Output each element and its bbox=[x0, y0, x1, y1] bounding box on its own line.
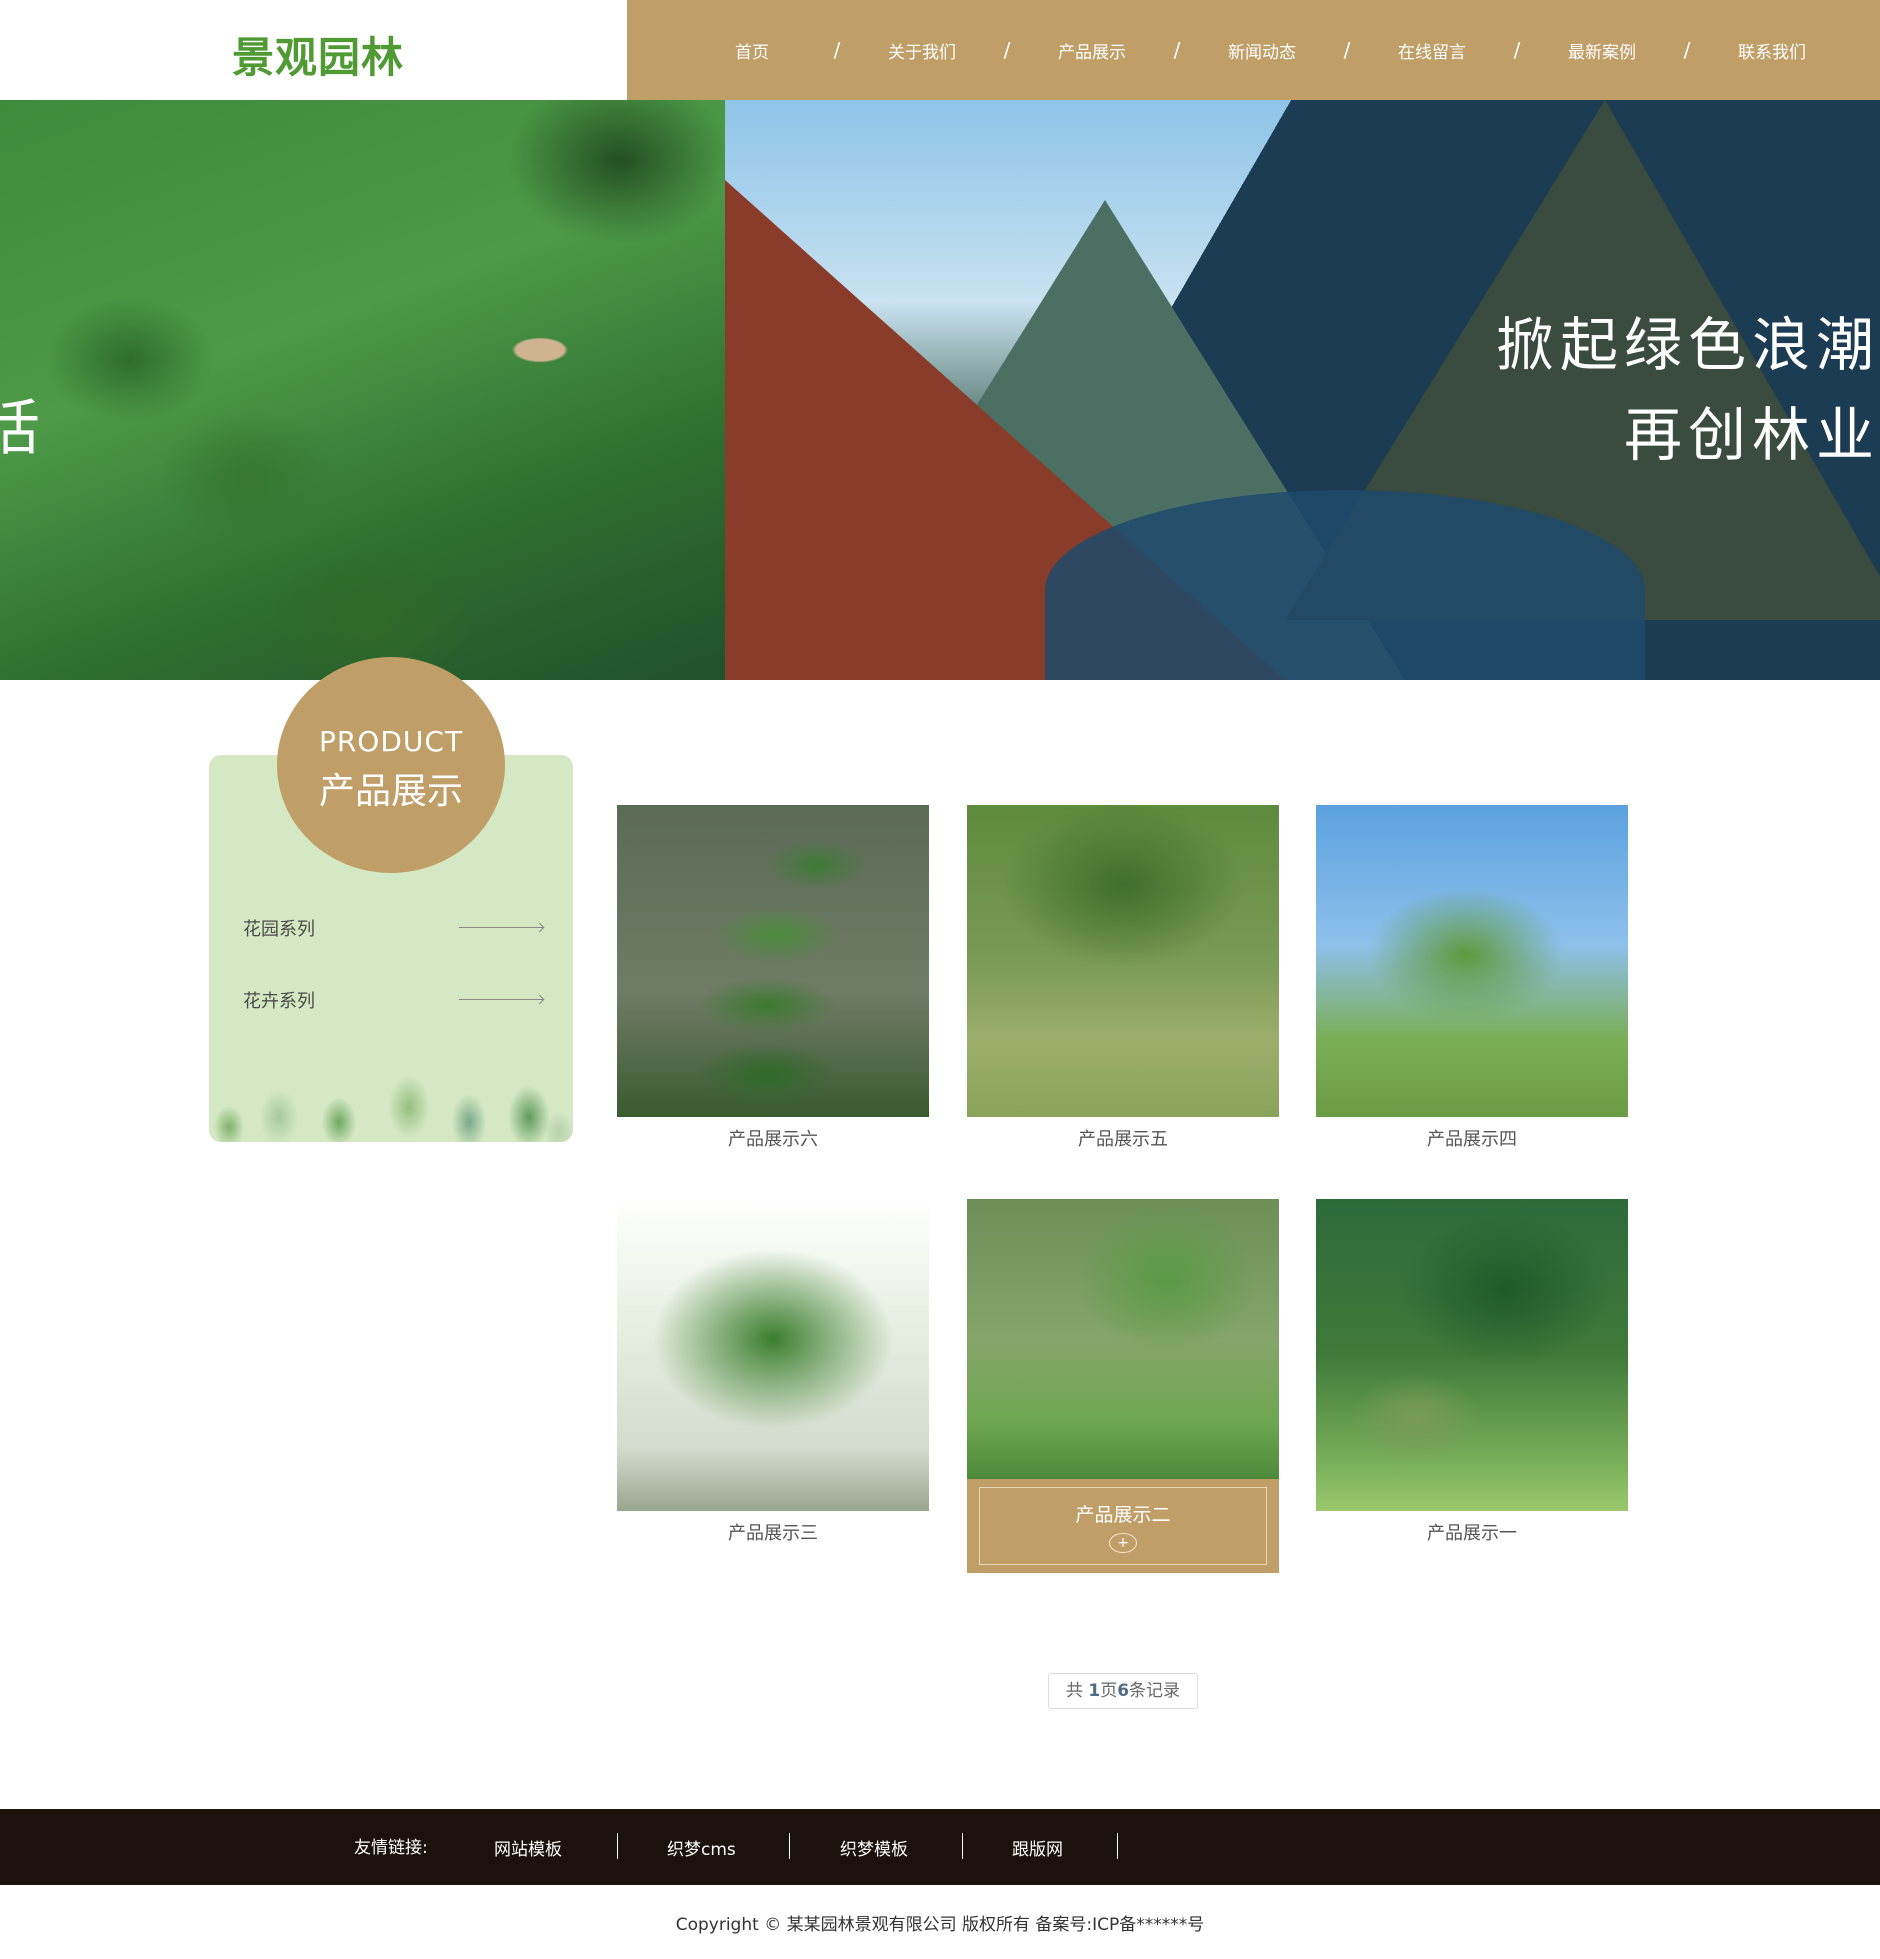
nav-news[interactable]: 新闻动态 bbox=[1187, 38, 1337, 63]
pagination-summary: 共 1页6条记录 bbox=[1048, 1673, 1198, 1709]
product-image[interactable] bbox=[967, 1199, 1279, 1479]
nav-products[interactable]: 产品展示 bbox=[1017, 38, 1167, 63]
nav-separator: / bbox=[833, 38, 841, 62]
nav-separator: / bbox=[1003, 38, 1011, 62]
sidebar-item-garden[interactable]: 花园系列 bbox=[243, 915, 543, 941]
link-divider bbox=[1117, 1833, 1118, 1859]
nav-about[interactable]: 关于我们 bbox=[847, 38, 997, 63]
product-card[interactable]: 产品展示六 bbox=[617, 805, 929, 1151]
product-image[interactable] bbox=[1316, 805, 1628, 1117]
product-title[interactable]: 产品展示四 bbox=[1316, 1125, 1628, 1151]
record-count: 6 bbox=[1117, 1681, 1130, 1701]
arrow-right-icon bbox=[459, 999, 543, 1000]
friend-links-label: 友情链接: bbox=[354, 1838, 428, 1858]
nav-cases[interactable]: 最新案例 bbox=[1527, 38, 1677, 63]
product-card[interactable]: 产品展示三 bbox=[617, 1199, 929, 1545]
section-title-cn: 产品展示 bbox=[318, 771, 463, 812]
plus-icon[interactable]: + bbox=[1109, 1533, 1137, 1553]
nav-home[interactable]: 首页 bbox=[677, 38, 827, 63]
sidebar-item-flowers[interactable]: 花卉系列 bbox=[243, 987, 543, 1013]
nav-separator: / bbox=[1683, 38, 1691, 62]
banner-text-fragment: 活 bbox=[0, 394, 40, 464]
product-title[interactable]: 产品展示三 bbox=[617, 1519, 929, 1545]
nav-separator: / bbox=[1343, 38, 1351, 62]
page-count: 1 bbox=[1088, 1681, 1101, 1701]
product-card[interactable]: 产品展示四 bbox=[1316, 805, 1628, 1151]
friend-link-4[interactable]: 跟版网 bbox=[1012, 1835, 1063, 1860]
friend-links-bar: 友情链接: 网站模板 织梦cms 织梦模板 跟版网 bbox=[0, 1809, 1880, 1885]
product-image[interactable] bbox=[617, 805, 929, 1117]
nav-separator: / bbox=[1173, 38, 1181, 62]
nav-separator: / bbox=[1513, 38, 1521, 62]
product-image[interactable] bbox=[967, 805, 1279, 1117]
site-header: 景观园林 首页 / 关于我们 / 产品展示 / 新闻动态 / 在线留言 / 最新… bbox=[0, 0, 1880, 100]
nav-contact[interactable]: 联系我们 bbox=[1697, 38, 1847, 63]
product-title[interactable]: 产品展示六 bbox=[617, 1125, 929, 1151]
product-card[interactable]: 产品展示五 bbox=[967, 805, 1279, 1151]
sidebar-item-label: 花卉系列 bbox=[243, 991, 315, 1012]
banner-image-river-gorge: 掀起绿色浪潮 再创林业 bbox=[725, 100, 1880, 680]
site-logo[interactable]: 景观园林 bbox=[232, 24, 404, 85]
copyright-text: Copyright © 某某园林景观有限公司 版权所有 备案号:ICP备****… bbox=[675, 1915, 1205, 1935]
section-title-badge: PRODUCT 产品展示 bbox=[277, 657, 505, 873]
product-image[interactable] bbox=[1316, 1199, 1628, 1511]
product-title[interactable]: 产品展示一 bbox=[1316, 1519, 1628, 1545]
banner-slogan-line1: 掀起绿色浪潮 bbox=[1495, 311, 1880, 379]
friend-link-2[interactable]: 织梦cms bbox=[667, 1835, 736, 1860]
product-card[interactable]: 产品展示一 bbox=[1316, 1199, 1628, 1545]
sidebar-item-label: 花园系列 bbox=[243, 919, 315, 940]
main-nav: 首页 / 关于我们 / 产品展示 / 新闻动态 / 在线留言 / 最新案例 / … bbox=[627, 0, 1880, 100]
friend-link-3[interactable]: 织梦模板 bbox=[840, 1835, 908, 1860]
product-card-hovered[interactable]: 产品展示二 + bbox=[967, 1199, 1279, 1573]
arrow-right-icon bbox=[459, 927, 543, 928]
section-title-en: PRODUCT bbox=[318, 725, 464, 758]
nav-guestbook[interactable]: 在线留言 bbox=[1357, 38, 1507, 63]
leaves-decoration bbox=[209, 1047, 573, 1142]
link-divider bbox=[617, 1833, 618, 1859]
product-title[interactable]: 产品展示二 bbox=[980, 1500, 1266, 1527]
banner-slogan: 掀起绿色浪潮 再创林业 bbox=[1496, 300, 1880, 480]
banner-slogan-line2: 再创林业 bbox=[1623, 401, 1880, 469]
link-divider bbox=[789, 1833, 790, 1859]
friend-link-1[interactable]: 网站模板 bbox=[494, 1835, 562, 1860]
link-divider bbox=[962, 1833, 963, 1859]
product-image[interactable] bbox=[617, 1199, 929, 1511]
product-hover-overlay[interactable]: 产品展示二 + bbox=[967, 1479, 1279, 1573]
hero-banner: 活 掀起绿色浪潮 再创林业 bbox=[0, 100, 1880, 680]
product-title[interactable]: 产品展示五 bbox=[967, 1125, 1279, 1151]
banner-image-golf-course: 活 bbox=[0, 100, 725, 680]
